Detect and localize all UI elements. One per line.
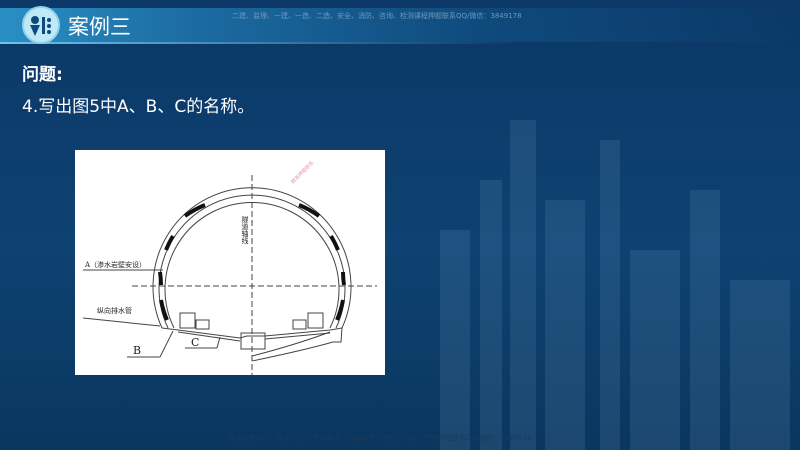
tunnel-cross-section-diagram: 隧道轴线 A（渗水岩壁安设） 纵向排水管 B C 精准押题联系 (75, 150, 385, 375)
bottom-watermark: 名师直播精华、类会内容、考点串讲、习题精考、考前三页纸、押题押题联系QQ/微信：… (228, 434, 532, 442)
pipe-label: 纵向排水管 (97, 306, 132, 315)
label-a: A（渗水岩壁安设） (84, 260, 146, 269)
label-b: B (133, 344, 141, 357)
label-b-leader (159, 330, 174, 358)
pipe-leader (82, 317, 161, 327)
logo-icon (22, 6, 60, 44)
label-c: C (191, 336, 199, 349)
label-c-leader (216, 336, 221, 349)
slide-title: 案例三 (68, 15, 131, 39)
axis-label: 隧道轴线 (241, 215, 249, 244)
header-underline (0, 42, 520, 44)
question-text: 4.写出图5中A、B、C的名称。 (22, 97, 255, 117)
question-label: 问题: (22, 65, 63, 85)
top-watermark: 二建、监理、一建、一造、二造、安全、消防、咨询、检测课程押题联系QQ/微信：38… (232, 12, 522, 20)
watermark-stamp: 精准押题联系 (289, 159, 315, 185)
central-drain-box (240, 332, 266, 350)
